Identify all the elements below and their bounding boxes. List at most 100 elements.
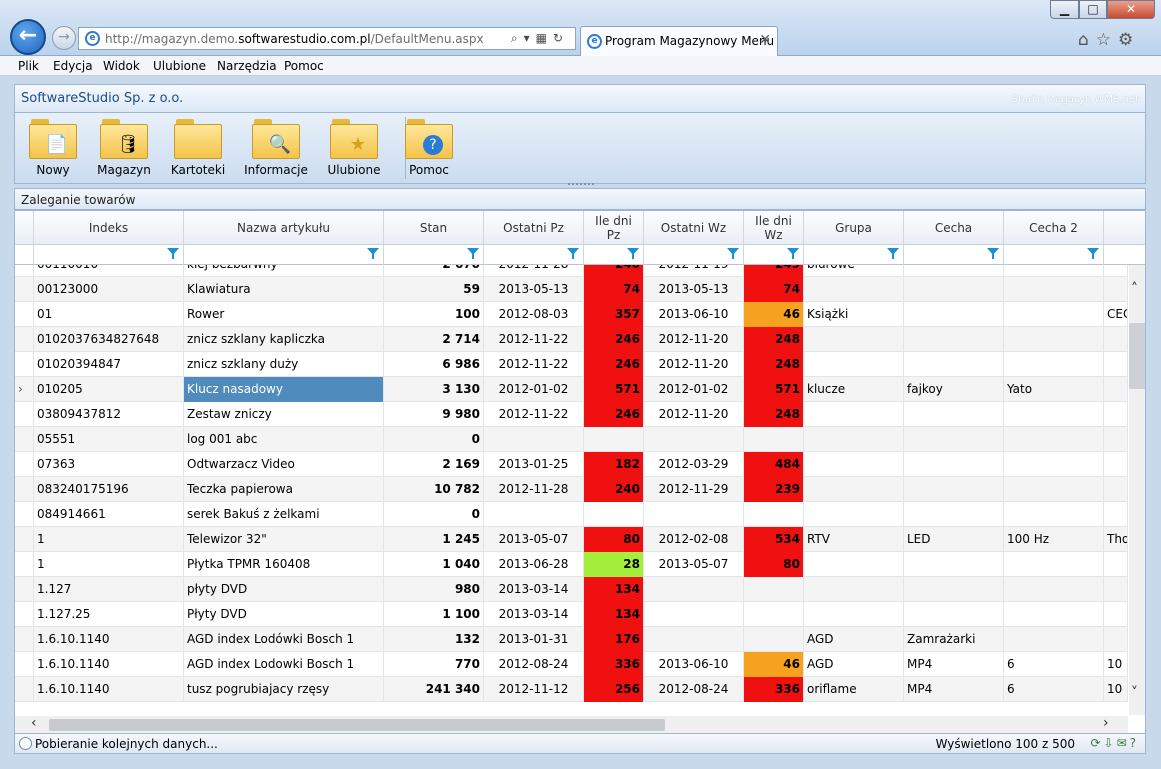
- row-indicator[interactable]: [15, 652, 34, 677]
- cell-stan[interactable]: 0: [384, 502, 484, 527]
- favorites-star-icon[interactable]: ☆: [1096, 30, 1118, 50]
- cell-indeks[interactable]: 0102037634827648: [34, 327, 184, 352]
- col-header-nazwa[interactable]: Nazwa artykułu: [184, 211, 384, 245]
- cell-pz[interactable]: 2013-01-25: [484, 452, 584, 477]
- cell-grupa[interactable]: oriflame: [804, 677, 904, 702]
- cell-cecha[interactable]: [904, 577, 1004, 602]
- cell-wz[interactable]: 2013-06-10: [644, 652, 744, 677]
- cell-pz[interactable]: [484, 427, 584, 452]
- cell-grupa[interactable]: [804, 602, 904, 627]
- browser-tab[interactable]: e Program Magazynowy Menu ✕: [580, 26, 778, 56]
- ulubione-button[interactable]: ★ Ulubione: [321, 119, 387, 177]
- cell-nazwa[interactable]: log 001 abc: [184, 427, 384, 452]
- row-indicator[interactable]: [15, 527, 34, 552]
- cell-dni-wz[interactable]: 74: [744, 277, 804, 302]
- filter-stan[interactable]: [384, 245, 484, 265]
- cell-cecha[interactable]: [904, 402, 1004, 427]
- cell-dni-wz[interactable]: 248: [744, 327, 804, 352]
- cell-indeks[interactable]: 1: [34, 552, 184, 577]
- cell-cecha2[interactable]: [1004, 452, 1104, 477]
- cell-wz[interactable]: [644, 627, 744, 652]
- cell-stan[interactable]: 2 714: [384, 327, 484, 352]
- filter-icon[interactable]: [567, 248, 579, 259]
- cell-dni-wz[interactable]: [744, 502, 804, 527]
- cell-grupa[interactable]: Książki: [804, 302, 904, 327]
- cell-pz[interactable]: 2013-06-28: [484, 552, 584, 577]
- filter-grupa[interactable]: [804, 245, 904, 265]
- cell-stan[interactable]: 1 100: [384, 602, 484, 627]
- cell-stan[interactable]: 10 782: [384, 477, 484, 502]
- nowy-button[interactable]: 📄 Nowy: [23, 119, 83, 177]
- cell-wz[interactable]: 2012-11-20: [644, 402, 744, 427]
- cell-stan[interactable]: 1 040: [384, 552, 484, 577]
- cell-cecha[interactable]: [904, 602, 1004, 627]
- menu-edycja[interactable]: Edycja: [53, 59, 93, 73]
- cell-grupa[interactable]: [804, 277, 904, 302]
- col-header-ostatni-pz[interactable]: Ostatni Pz: [484, 211, 584, 245]
- table-row[interactable]: 00123000 Klawiatura 59 2013-05-13 74 2013-05-…: [15, 277, 1128, 302]
- row-indicator[interactable]: [15, 327, 34, 352]
- cell-cecha2[interactable]: [1004, 402, 1104, 427]
- cell-indeks[interactable]: 010205: [34, 377, 184, 402]
- cell-cecha2[interactable]: [1004, 502, 1104, 527]
- cell-dni-pz[interactable]: 240: [584, 265, 644, 277]
- cell-stan[interactable]: 2 169: [384, 452, 484, 477]
- cell-cecha2[interactable]: [1004, 577, 1104, 602]
- filter-ostatni-pz[interactable]: [484, 245, 584, 265]
- cell-stan[interactable]: 1 245: [384, 527, 484, 552]
- table-row[interactable]: 03809437812 Zestaw zniczy 9 980 2012-11-22 2…: [15, 402, 1128, 427]
- close-window-button[interactable]: ✕: [1107, 0, 1155, 19]
- table-row[interactable]: 05551 log 001 abc 0: [15, 427, 1128, 452]
- cell-indeks[interactable]: 083240175196: [34, 477, 184, 502]
- cell-wz[interactable]: 2013-05-07: [644, 552, 744, 577]
- cell-pz[interactable]: 2012-11-22: [484, 327, 584, 352]
- table-row[interactable]: 084914661 serek Bakuś z żelkami 0: [15, 502, 1128, 527]
- menu-plik[interactable]: Plik: [18, 59, 39, 73]
- row-indicator[interactable]: [15, 302, 34, 327]
- cell-ce[interactable]: [1104, 402, 1128, 427]
- cell-cecha[interactable]: [904, 352, 1004, 377]
- cell-pz[interactable]: [484, 502, 584, 527]
- maximize-button[interactable]: □: [1079, 0, 1107, 19]
- filter-icon[interactable]: [467, 248, 479, 259]
- cell-dni-pz[interactable]: [584, 427, 644, 452]
- cell-dni-pz[interactable]: 246: [584, 327, 644, 352]
- cell-ce[interactable]: 10: [1104, 652, 1128, 677]
- cell-dni-pz[interactable]: 182: [584, 452, 644, 477]
- cell-nazwa[interactable]: Teczka papierowa: [184, 477, 384, 502]
- cell-wz[interactable]: 2013-05-13: [644, 277, 744, 302]
- cell-stan[interactable]: 241 340: [384, 677, 484, 702]
- row-indicator[interactable]: [15, 602, 34, 627]
- cell-dni-pz[interactable]: 134: [584, 602, 644, 627]
- table-row[interactable]: 0102037634827648 znicz szklany kapliczka 2…: [15, 327, 1128, 352]
- cell-cecha[interactable]: [904, 302, 1004, 327]
- cell-pz[interactable]: 2012-11-22: [484, 402, 584, 427]
- col-header-cecha[interactable]: Cecha: [904, 211, 1004, 245]
- cell-stan[interactable]: 980: [384, 577, 484, 602]
- filter-icon[interactable]: [367, 248, 379, 259]
- filter-icon[interactable]: [987, 248, 999, 259]
- cell-ce[interactable]: CEC: [1104, 302, 1128, 327]
- cell-pz[interactable]: 2012-11-28: [484, 265, 584, 277]
- export-icon[interactable]: ⇩: [1104, 736, 1117, 750]
- cell-indeks[interactable]: 1.127.25: [34, 602, 184, 627]
- col-header-ostatni-wz[interactable]: Ostatni Wz: [644, 211, 744, 245]
- cell-nazwa[interactable]: serek Bakuś z żelkami: [184, 502, 384, 527]
- filter-nazwa[interactable]: [184, 245, 384, 265]
- cell-dni-pz[interactable]: 336: [584, 652, 644, 677]
- cell-grupa[interactable]: RTV: [804, 527, 904, 552]
- cell-nazwa[interactable]: Płyty DVD: [184, 602, 384, 627]
- cell-pz[interactable]: 2012-08-03: [484, 302, 584, 327]
- cell-indeks[interactable]: 1.6.10.1140: [34, 677, 184, 702]
- cell-wz[interactable]: 2012-03-29: [644, 452, 744, 477]
- cell-dni-wz[interactable]: 239: [744, 477, 804, 502]
- cell-cecha2[interactable]: [1004, 327, 1104, 352]
- cell-cecha2[interactable]: [1004, 265, 1104, 277]
- pomoc-button[interactable]: ? Pomoc: [397, 119, 461, 177]
- cell-pz[interactable]: 2012-11-28: [484, 477, 584, 502]
- table-row[interactable]: 01 Rower 100 2012-08-03 357 2013-06-10 46 Książ…: [15, 302, 1128, 327]
- cell-dni-wz[interactable]: [744, 577, 804, 602]
- cell-nazwa[interactable]: klej bezbarwny: [184, 265, 384, 277]
- cell-dni-pz[interactable]: 256: [584, 677, 644, 702]
- cell-grupa[interactable]: [804, 327, 904, 352]
